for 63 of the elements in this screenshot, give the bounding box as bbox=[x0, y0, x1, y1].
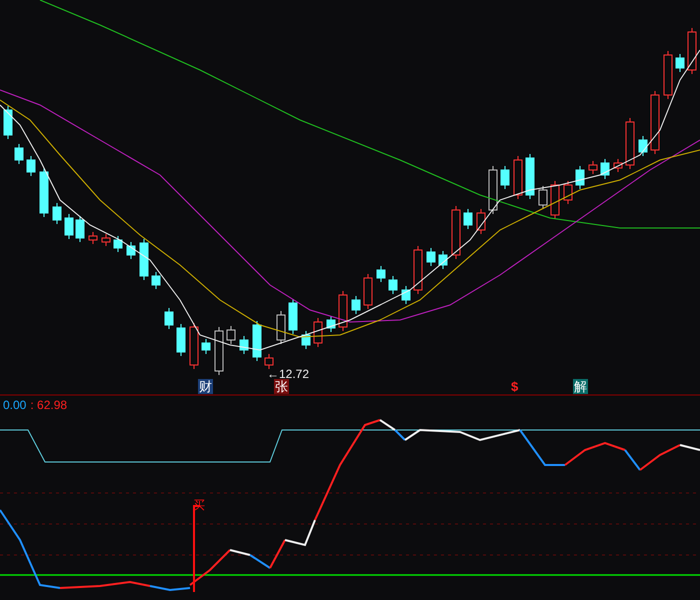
candlestick bbox=[488, 166, 498, 214]
candlestick bbox=[452, 206, 460, 260]
candlestick bbox=[564, 180, 572, 204]
candlestick bbox=[538, 186, 548, 210]
candlestick bbox=[76, 216, 84, 242]
candlestick bbox=[26, 156, 36, 176]
candlestick bbox=[190, 322, 198, 370]
candlestick bbox=[500, 166, 510, 190]
candlestick bbox=[52, 202, 62, 224]
candlestick bbox=[664, 50, 672, 100]
candlestick bbox=[114, 236, 122, 252]
indicator-value: : 62.98 bbox=[30, 397, 68, 414]
candlestick bbox=[614, 158, 622, 172]
candlestick bbox=[676, 54, 684, 72]
candlestick bbox=[214, 326, 224, 376]
candlestick bbox=[688, 28, 696, 74]
candlestick bbox=[264, 354, 274, 370]
candlestick bbox=[476, 208, 486, 234]
candlestick bbox=[550, 180, 560, 220]
candlestick bbox=[388, 276, 398, 294]
candlestick bbox=[576, 166, 584, 190]
event-label: $ bbox=[510, 379, 520, 394]
candlestick bbox=[176, 324, 186, 356]
candlestick bbox=[14, 144, 24, 164]
candlestick bbox=[226, 326, 236, 344]
candlestick bbox=[588, 160, 598, 174]
candlestick bbox=[352, 296, 360, 314]
candlestick bbox=[202, 338, 210, 354]
candlestick bbox=[326, 316, 336, 332]
event-badge: 解 bbox=[573, 379, 588, 394]
candlestick bbox=[314, 318, 322, 348]
candlestick bbox=[288, 298, 298, 334]
candlestick bbox=[650, 90, 660, 154]
candlestick bbox=[376, 266, 386, 282]
candlestick bbox=[164, 308, 174, 330]
candlestick bbox=[626, 118, 634, 170]
candlestick bbox=[276, 310, 286, 344]
low-price-label: ←12.72 bbox=[267, 366, 310, 381]
candlestick bbox=[302, 330, 310, 350]
event-badge: 财 bbox=[198, 379, 213, 394]
candlestick bbox=[126, 242, 136, 260]
candlestick bbox=[364, 274, 372, 310]
candlestick bbox=[40, 168, 48, 218]
candlestick bbox=[64, 214, 74, 240]
candlestick bbox=[140, 238, 148, 280]
candlestick bbox=[638, 136, 648, 156]
candlestick bbox=[240, 336, 248, 354]
indicator-value: 0.00 bbox=[3, 397, 26, 414]
candlestick bbox=[4, 106, 12, 140]
candlestick bbox=[88, 232, 98, 244]
event-badge: 张 bbox=[274, 379, 289, 394]
candlestick bbox=[514, 156, 522, 200]
candlestick bbox=[402, 286, 410, 304]
candlestick bbox=[152, 272, 160, 290]
candlestick bbox=[438, 250, 448, 270]
candlestick bbox=[414, 246, 422, 294]
candlestick bbox=[252, 320, 262, 362]
candlestick bbox=[600, 158, 610, 180]
candlestick bbox=[102, 234, 110, 246]
candlestick bbox=[338, 290, 348, 332]
candlestick bbox=[526, 154, 534, 200]
candlestick bbox=[464, 208, 472, 230]
candlestick bbox=[426, 248, 436, 266]
